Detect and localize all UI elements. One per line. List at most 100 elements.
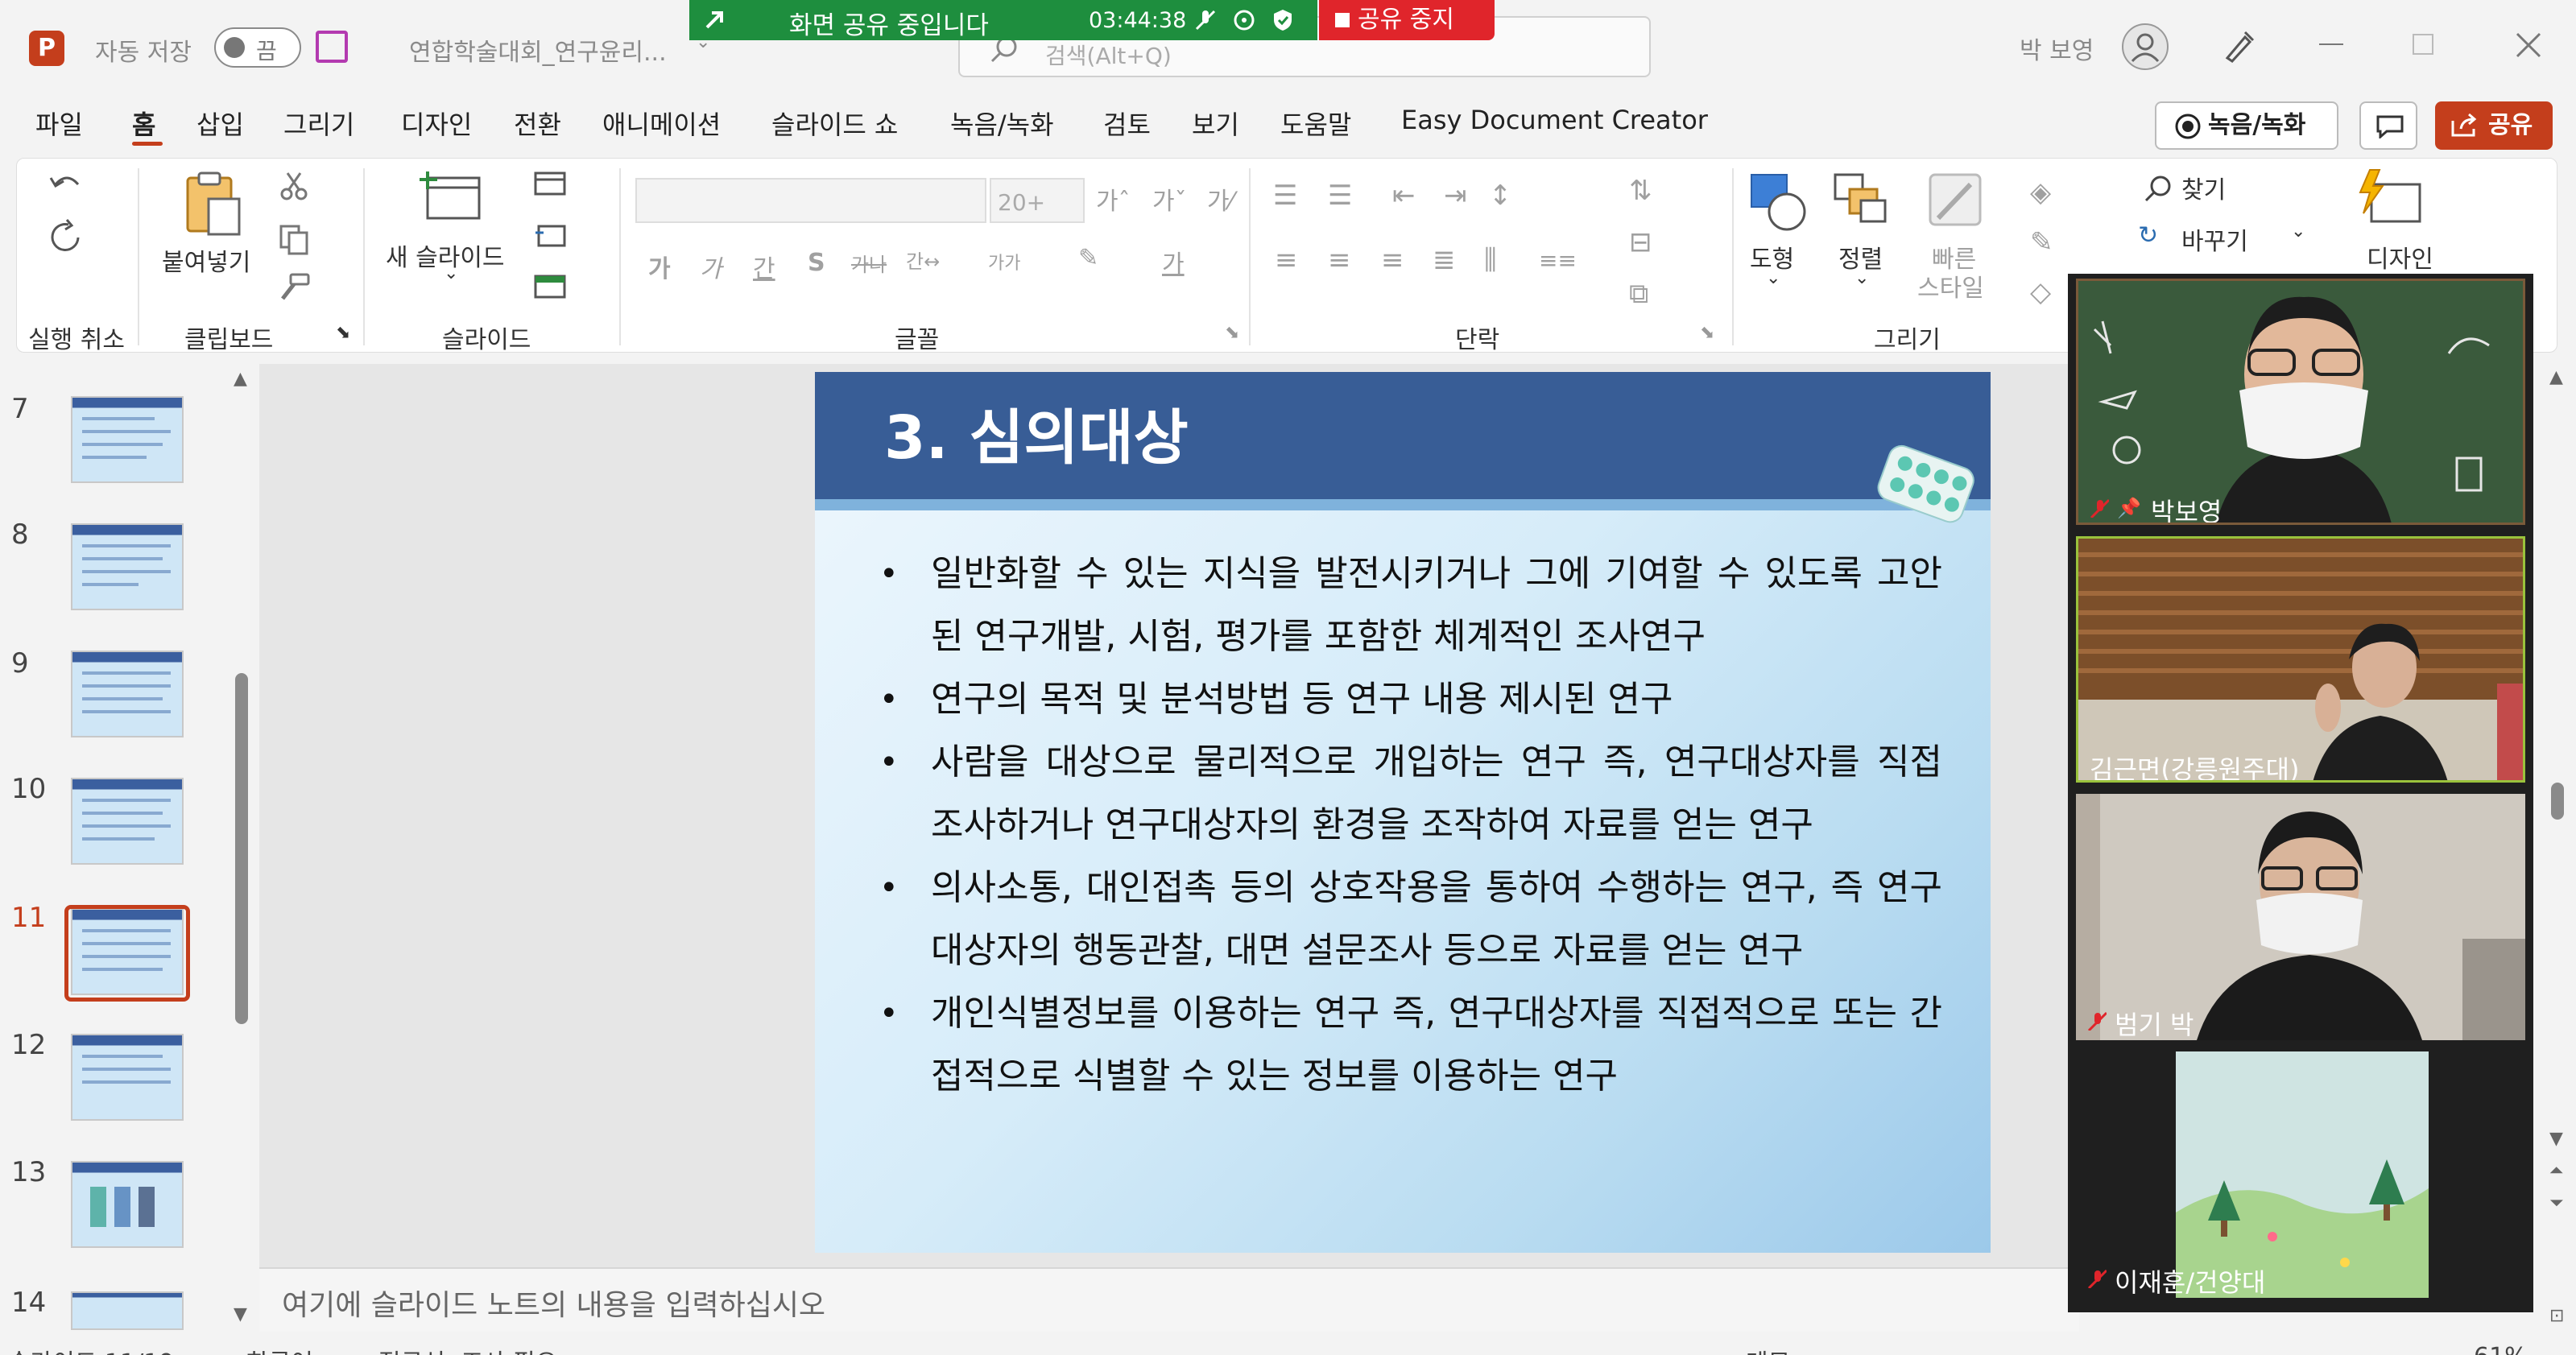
close-icon[interactable] xyxy=(2516,32,2541,58)
section-icon[interactable] xyxy=(532,273,569,302)
participant-tile[interactable]: 📌 박보영 xyxy=(2076,279,2525,525)
text-direction-icon[interactable]: ⇅ xyxy=(1629,175,1652,207)
shape-outline-icon[interactable]: ✎ xyxy=(2030,226,2053,258)
tab-draw[interactable]: 그리기 xyxy=(283,105,354,142)
font-name-select[interactable] xyxy=(635,178,986,223)
arrange-chevron-icon[interactable]: ⌄ xyxy=(1854,268,1869,288)
new-slide-icon[interactable] xyxy=(420,170,484,223)
replace-chevron-icon[interactable]: ⌄ xyxy=(2291,221,2305,242)
italic-icon[interactable]: 가 xyxy=(700,249,722,284)
slide-body[interactable]: 일반화할 수 있는 지식을 발전시키거나 그에 기여할 수 있도록 고안된 연구… xyxy=(879,543,1942,1108)
cut-icon[interactable] xyxy=(279,171,308,200)
participant-tile[interactable]: 김근면(강릉원주대) xyxy=(2076,536,2525,783)
record-button[interactable]: 녹음/녹화 xyxy=(2155,101,2338,150)
tab-insert[interactable]: 삽입 xyxy=(196,105,244,142)
scroll-up-icon[interactable]: ▲ xyxy=(2549,367,2563,387)
align-right-icon[interactable]: ≡ xyxy=(1381,244,1404,276)
paste-label[interactable]: 붙여넣기 xyxy=(162,242,250,278)
shrink-font-icon[interactable]: 가ˇ xyxy=(1152,181,1187,217)
slide-thumbnail-10[interactable] xyxy=(71,778,184,865)
find-label[interactable]: 찾기 xyxy=(2181,170,2226,205)
tab-record[interactable]: 녹음/녹화 xyxy=(950,105,1054,142)
tab-easy-document-creator[interactable]: Easy Document Creator xyxy=(1401,105,1708,135)
slide-thumbnail-9[interactable] xyxy=(71,651,184,737)
autosave-toggle[interactable]: 끔 xyxy=(214,27,301,68)
clipboard-launcher-icon[interactable]: ⬊ xyxy=(336,323,350,343)
font-size-select[interactable]: 20+ xyxy=(990,178,1085,223)
thumb-scroll-up-icon[interactable]: ▲ xyxy=(234,369,247,389)
pen-icon[interactable] xyxy=(2221,27,2258,64)
undo-icon[interactable] xyxy=(48,168,83,200)
notes-pane[interactable]: 여기에 슬라이드 노트의 내용을 입력하십시오 xyxy=(259,1267,2079,1332)
minimize-icon[interactable] xyxy=(2319,43,2343,45)
camera-icon[interactable] xyxy=(1232,8,1256,32)
increase-indent-icon[interactable]: ⇥ xyxy=(1444,180,1467,212)
shapes-icon[interactable] xyxy=(1745,168,1811,233)
replace-icon[interactable]: ↻ xyxy=(2138,221,2158,250)
vertical-scrollbar[interactable]: ▲ ▼ ⏶ ⏷ ⊡ xyxy=(2538,364,2576,1330)
designer-icon[interactable] xyxy=(2355,168,2428,233)
comments-button[interactable] xyxy=(2359,101,2417,150)
shape-fill-icon[interactable]: ◈ xyxy=(2030,176,2051,209)
tab-animations[interactable]: 애니메이션 xyxy=(602,105,721,142)
tab-slideshow[interactable]: 슬라이드 쇼 xyxy=(771,105,898,142)
quick-styles-label-2[interactable]: 스타일 xyxy=(1917,268,1984,304)
zoom-slider[interactable]: ───── xyxy=(2364,1343,2437,1355)
slide-canvas[interactable]: 3. 심의대상 일반화할 수 있는 지식을 발전시키거나 그에 기여할 수 있도… xyxy=(815,372,1991,1253)
replace-label[interactable]: 바꾸기 xyxy=(2181,221,2248,257)
designer-label[interactable]: 디자인 xyxy=(2367,239,2433,275)
tab-review[interactable]: 검토 xyxy=(1103,105,1151,142)
line-spacing-icon[interactable]: ↕ xyxy=(1489,180,1512,212)
notes-toggle[interactable]: 메모 xyxy=(1746,1343,1790,1355)
restore-icon[interactable] xyxy=(2413,34,2433,55)
new-slide-chevron-icon[interactable]: ⌄ xyxy=(444,263,458,283)
change-case-icon[interactable]: 가가 xyxy=(988,249,1020,275)
grow-font-icon[interactable]: 가ˆ xyxy=(1096,181,1131,217)
highlight-icon[interactable]: ✎ xyxy=(1078,244,1098,272)
tab-design[interactable]: 디자인 xyxy=(401,105,472,142)
slide-thumbnail-12[interactable] xyxy=(71,1034,184,1121)
thumbnail-scrollbar[interactable] xyxy=(235,673,248,1024)
layout-icon[interactable] xyxy=(532,170,569,199)
stop-share-button[interactable]: 공유 중지 xyxy=(1319,0,1495,40)
scroll-thumb[interactable] xyxy=(2551,783,2564,820)
redo-icon[interactable] xyxy=(46,218,85,257)
document-title[interactable]: 연합학술대회_연구윤리... xyxy=(409,32,667,68)
copy-icon[interactable] xyxy=(278,223,310,255)
slide-thumbnail-14[interactable] xyxy=(71,1291,184,1330)
tab-help[interactable]: 도움말 xyxy=(1280,105,1351,142)
clear-format-icon[interactable]: 가⁄ xyxy=(1207,181,1234,217)
char-spacing-icon[interactable]: 간↔ xyxy=(906,246,940,274)
scroll-down-icon[interactable]: ▼ xyxy=(2549,1129,2563,1149)
shapes-chevron-icon[interactable]: ⌄ xyxy=(1766,268,1780,288)
tab-transitions[interactable]: 전환 xyxy=(514,105,561,142)
zoom-level[interactable]: 61% xyxy=(2474,1343,2528,1355)
shadow-icon[interactable]: S xyxy=(808,249,825,277)
numbering-icon[interactable]: ☰ xyxy=(1328,180,1352,212)
slide-thumbnail-13[interactable] xyxy=(71,1161,184,1248)
participant-tile[interactable]: 이재훈/건양대 xyxy=(2076,1051,2525,1298)
avatar-icon[interactable] xyxy=(2121,23,2169,71)
format-painter-icon[interactable] xyxy=(276,271,312,304)
bullets-icon[interactable]: ☰ xyxy=(1273,180,1297,212)
quick-styles-icon[interactable] xyxy=(1925,170,1987,231)
bold-icon[interactable]: 가 xyxy=(648,249,671,284)
participant-tile[interactable]: 범기 박 xyxy=(2076,794,2525,1040)
next-slide-icon[interactable]: ⏷ xyxy=(2549,1193,2564,1213)
tab-view[interactable]: 보기 xyxy=(1192,105,1239,142)
strikethrough-icon[interactable]: 가나 xyxy=(851,249,887,277)
font-launcher-icon[interactable]: ⬊ xyxy=(1225,323,1239,343)
find-icon[interactable] xyxy=(2143,173,2175,205)
slide-thumbnail-8[interactable] xyxy=(71,523,184,610)
smartart-icon[interactable]: ⧉ xyxy=(1629,278,1648,310)
reset-icon[interactable] xyxy=(532,221,569,250)
tab-home[interactable]: 홈 xyxy=(132,105,155,142)
shield-icon[interactable] xyxy=(1271,8,1295,32)
distributed-icon[interactable]: ⫼ xyxy=(1484,244,1497,276)
save-icon[interactable] xyxy=(316,31,348,63)
shape-effects-icon[interactable]: ◇ xyxy=(2030,276,2051,308)
align-left-icon[interactable]: ≡ xyxy=(1275,244,1298,276)
share-button[interactable]: 공유 xyxy=(2435,101,2553,150)
underline-icon[interactable]: 간 xyxy=(753,249,775,284)
slide-title[interactable]: 3. 심의대상 xyxy=(884,390,1189,476)
